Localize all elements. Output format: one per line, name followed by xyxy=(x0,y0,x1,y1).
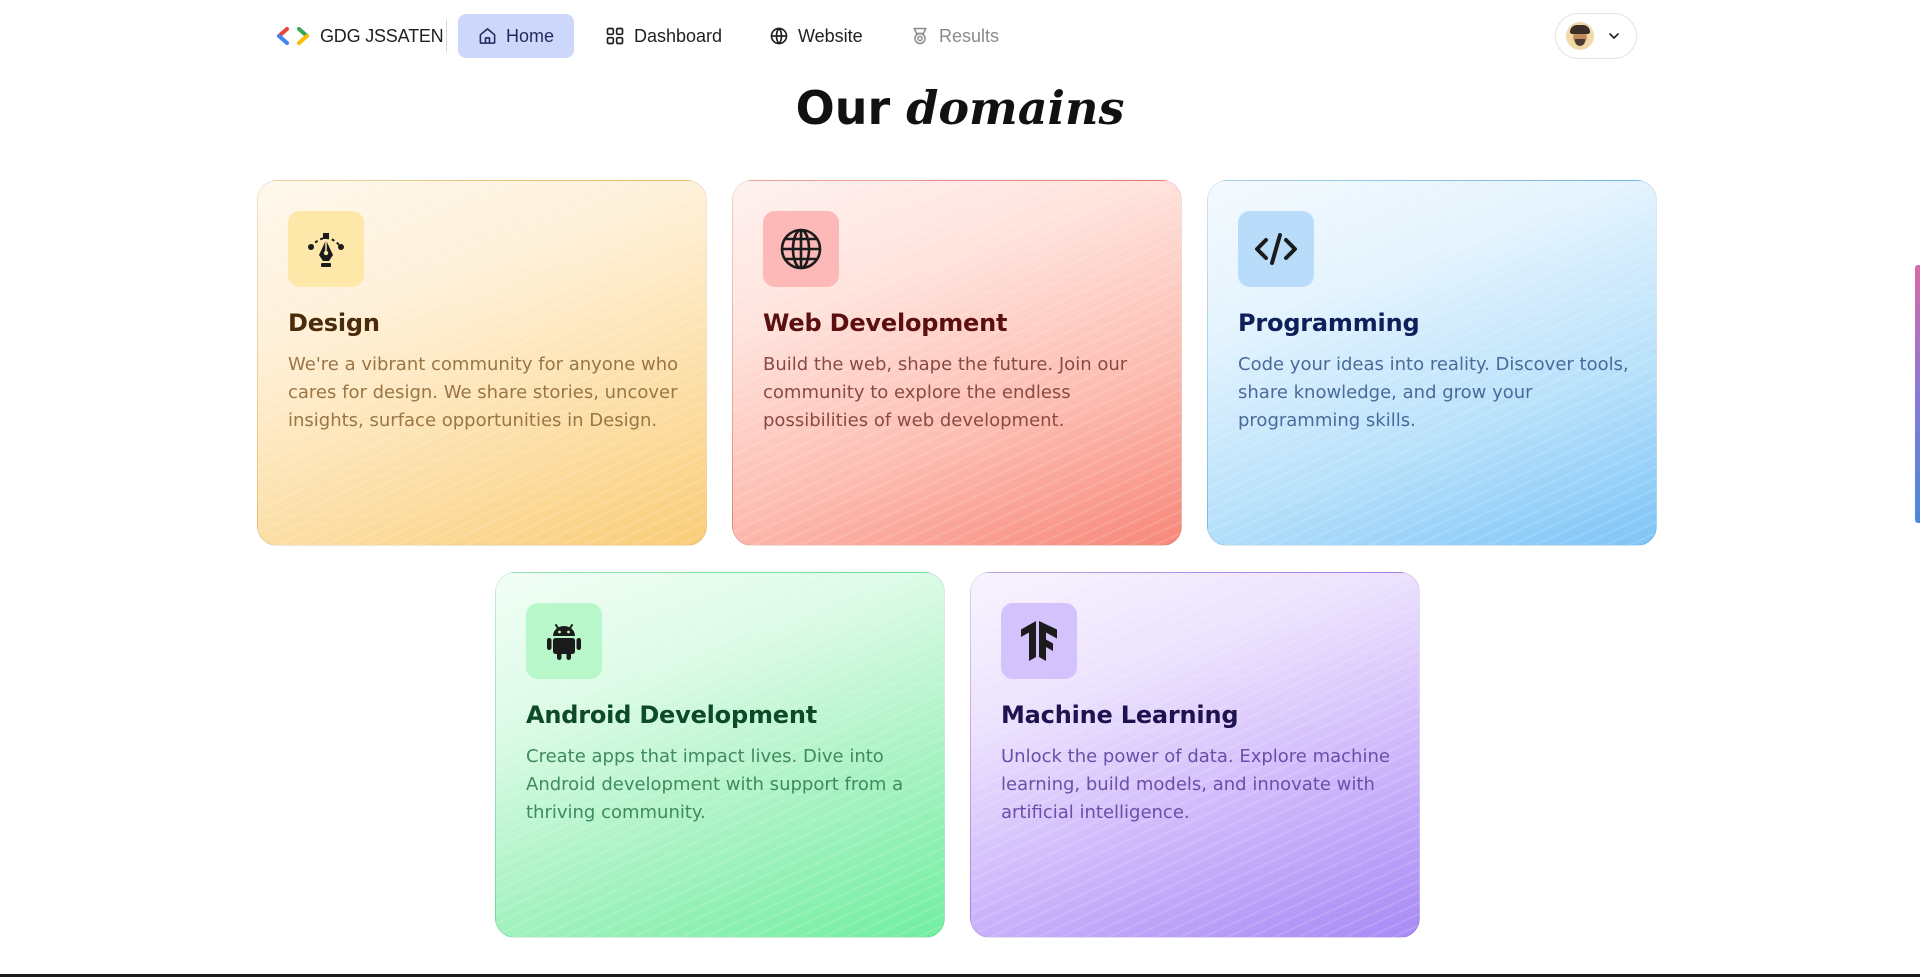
android-icon xyxy=(547,624,581,660)
domain-card-machine-learning[interactable]: Machine Learning Unlock the power of dat… xyxy=(970,572,1420,938)
trophy-icon xyxy=(913,27,927,45)
brand-name: GDG JSSATEN xyxy=(320,25,444,46)
design-icon-tile xyxy=(288,211,364,287)
domain-card-description: Build the web, shape the future. Join ou… xyxy=(763,354,1128,431)
nav-results[interactable]: Results xyxy=(890,14,1019,58)
domain-card-android-development[interactable]: Android Development Create apps that imp… xyxy=(495,572,945,938)
chevron-down-icon xyxy=(1609,33,1619,39)
nav-website[interactable]: Website xyxy=(749,14,883,58)
globe-icon xyxy=(770,27,788,45)
section-title-plain: Our xyxy=(795,81,891,135)
domain-card-programming[interactable]: Programming Code your ideas into reality… xyxy=(1207,180,1657,546)
section-title: Our domains xyxy=(0,78,1920,138)
domain-card-title: Web Development xyxy=(763,309,1008,337)
domain-card-description: Unlock the power of data. Explore machin… xyxy=(1001,746,1390,823)
dashboard-icon xyxy=(606,27,624,45)
nav-dashboard-label: Dashboard xyxy=(634,25,723,46)
web-icon-tile xyxy=(763,211,839,287)
nav-website-label: Website xyxy=(798,25,863,46)
code-icon xyxy=(1255,233,1297,265)
domain-card-title: Android Development xyxy=(526,701,817,729)
section-title-italic: domains xyxy=(906,81,1125,135)
home-icon xyxy=(479,28,496,44)
tensorflow-icon xyxy=(1021,621,1057,661)
nav-home-label: Home xyxy=(505,25,554,46)
avatar xyxy=(1566,22,1594,50)
domain-card-title: Programming xyxy=(1238,309,1420,337)
nav-divider xyxy=(446,20,447,52)
nav-dashboard[interactable]: Dashboard xyxy=(585,14,742,58)
top-navigation: GDG JSSATEN Home Dashboard Website Resul… xyxy=(0,0,1920,72)
domain-card-description: Code your ideas into reality. Discover t… xyxy=(1238,354,1629,431)
globe-icon xyxy=(780,228,822,270)
pen-tool-icon xyxy=(308,233,344,267)
user-menu[interactable] xyxy=(1555,13,1637,59)
gdg-logo-icon xyxy=(277,27,309,45)
domain-card-description: We're a vibrant community for anyone who… xyxy=(288,354,679,431)
nav-home[interactable]: Home xyxy=(458,14,574,58)
scroll-indicator[interactable] xyxy=(1915,265,1920,523)
android-icon-tile xyxy=(526,603,602,679)
domain-card-web-development[interactable]: Web Development Build the web, shape the… xyxy=(732,180,1182,546)
domain-card-design[interactable]: Design We're a vibrant community for any… xyxy=(257,180,707,546)
ml-icon-tile xyxy=(1001,603,1077,679)
domain-card-title: Design xyxy=(288,309,380,337)
nav-results-label: Results xyxy=(939,25,1000,46)
brand[interactable]: GDG JSSATEN xyxy=(276,22,444,50)
domain-card-description: Create apps that impact lives. Dive into… xyxy=(526,746,904,823)
domain-card-title: Machine Learning xyxy=(1001,701,1239,729)
programming-icon-tile xyxy=(1238,211,1314,287)
